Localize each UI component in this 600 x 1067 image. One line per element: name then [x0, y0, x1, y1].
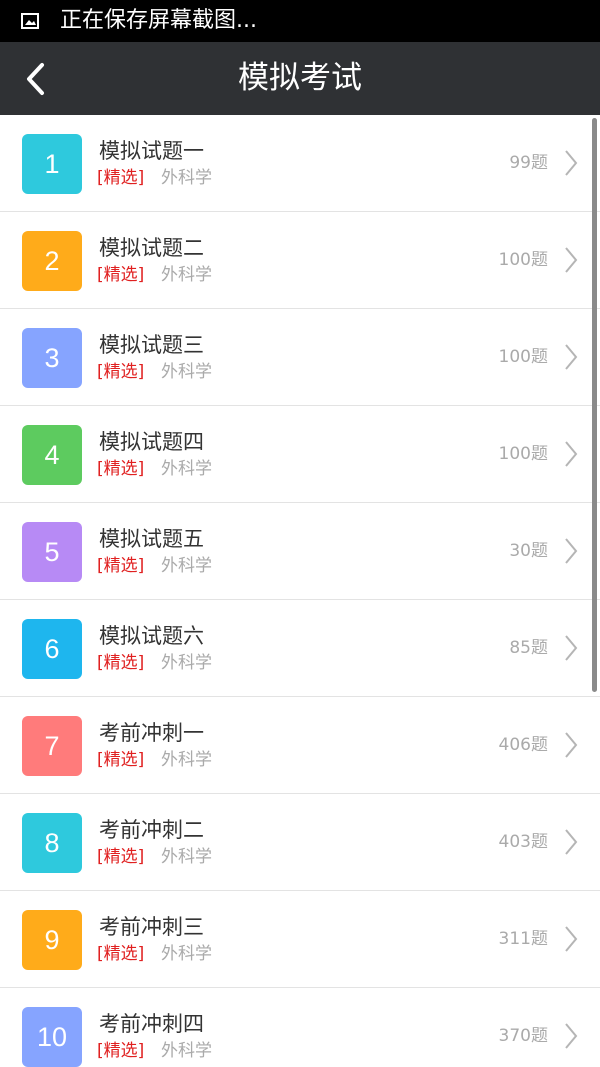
item-tag: [精选]: [97, 362, 145, 382]
item-number-badge: 5: [22, 522, 82, 582]
item-subject: 外科学: [161, 944, 212, 964]
list-item[interactable]: 4 模拟试题四 [精选] 外科学 100题: [0, 406, 600, 503]
item-title: 模拟试题五: [99, 527, 204, 551]
item-number-badge: 7: [22, 716, 82, 776]
status-text: 正在保存屏幕截图...: [60, 8, 257, 33]
item-title: 考前冲刺三: [99, 915, 204, 939]
item-question-count: 403题: [498, 832, 548, 852]
item-number-badge: 4: [22, 425, 82, 485]
back-button[interactable]: [10, 52, 60, 106]
chevron-left-icon: [27, 63, 44, 95]
chevron-right-icon: [565, 150, 578, 176]
item-title: 模拟试题三: [99, 333, 204, 357]
item-title: 考前冲刺二: [99, 818, 204, 842]
item-tag: [精选]: [97, 944, 145, 964]
item-title: 模拟试题一: [99, 139, 204, 163]
item-subject: 外科学: [161, 168, 212, 188]
scrollbar[interactable]: [592, 118, 597, 692]
item-title: 模拟试题六: [99, 624, 204, 648]
item-tag: [精选]: [97, 556, 145, 576]
item-question-count: 100题: [498, 347, 548, 367]
item-number-badge: 1: [22, 134, 82, 194]
item-question-count: 100题: [498, 444, 548, 464]
item-subject: 外科学: [161, 556, 212, 576]
item-subject: 外科学: [161, 265, 212, 285]
list-item[interactable]: 9 考前冲刺三 [精选] 外科学 311题: [0, 891, 600, 988]
item-subject: 外科学: [161, 459, 212, 479]
list-item[interactable]: 1 模拟试题一 [精选] 外科学 99题: [0, 115, 600, 212]
chevron-right-icon: [565, 538, 578, 564]
item-question-count: 100题: [498, 250, 548, 270]
item-question-count: 30题: [509, 541, 548, 561]
item-tag: [精选]: [97, 1041, 145, 1061]
list-item[interactable]: 6 模拟试题六 [精选] 外科学 85题: [0, 600, 600, 697]
item-tag: [精选]: [97, 750, 145, 770]
item-subject: 外科学: [161, 1041, 212, 1061]
item-subject: 外科学: [161, 362, 212, 382]
chevron-right-icon: [565, 829, 578, 855]
chevron-right-icon: [565, 926, 578, 952]
list-item[interactable]: 5 模拟试题五 [精选] 外科学 30题: [0, 503, 600, 600]
app-header: 模拟考试: [0, 42, 600, 115]
item-question-count: 99题: [509, 153, 548, 173]
list-item[interactable]: 3 模拟试题三 [精选] 外科学 100题: [0, 309, 600, 406]
item-number-badge: 6: [22, 619, 82, 679]
item-subject: 外科学: [161, 847, 212, 867]
item-title: 模拟试题二: [99, 236, 204, 260]
list-item[interactable]: 8 考前冲刺二 [精选] 外科学 403题: [0, 794, 600, 891]
item-title: 考前冲刺四: [99, 1012, 204, 1036]
item-tag: [精选]: [97, 847, 145, 867]
item-subject: 外科学: [161, 750, 212, 770]
status-bar: 正在保存屏幕截图...: [0, 0, 600, 42]
item-number-badge: 8: [22, 813, 82, 873]
item-tag: [精选]: [97, 265, 145, 285]
item-question-count: 406题: [498, 735, 548, 755]
chevron-right-icon: [565, 1023, 578, 1049]
chevron-right-icon: [565, 344, 578, 370]
item-tag: [精选]: [97, 168, 145, 188]
item-subject: 外科学: [161, 653, 212, 673]
chevron-right-icon: [565, 732, 578, 758]
chevron-right-icon: [565, 247, 578, 273]
item-question-count: 311题: [498, 929, 548, 949]
list-item[interactable]: 7 考前冲刺一 [精选] 外科学 406题: [0, 697, 600, 794]
item-tag: [精选]: [97, 653, 145, 673]
item-question-count: 370题: [498, 1026, 548, 1046]
list-item[interactable]: 2 模拟试题二 [精选] 外科学 100题: [0, 212, 600, 309]
chevron-right-icon: [565, 441, 578, 467]
image-icon: [21, 13, 39, 29]
item-tag: [精选]: [97, 459, 145, 479]
item-number-badge: 10: [22, 1007, 82, 1067]
item-question-count: 85题: [509, 638, 548, 658]
item-number-badge: 3: [22, 328, 82, 388]
item-number-badge: 2: [22, 231, 82, 291]
item-title: 模拟试题四: [99, 430, 204, 454]
item-title: 考前冲刺一: [99, 721, 204, 745]
list-item[interactable]: 10 考前冲刺四 [精选] 外科学 370题: [0, 988, 600, 1067]
page-title: 模拟考试: [238, 60, 362, 96]
chevron-right-icon: [565, 635, 578, 661]
item-number-badge: 9: [22, 910, 82, 970]
exam-list: 1 模拟试题一 [精选] 外科学 99题 2 模拟试题二 [精选] 外科学 10…: [0, 115, 600, 1067]
